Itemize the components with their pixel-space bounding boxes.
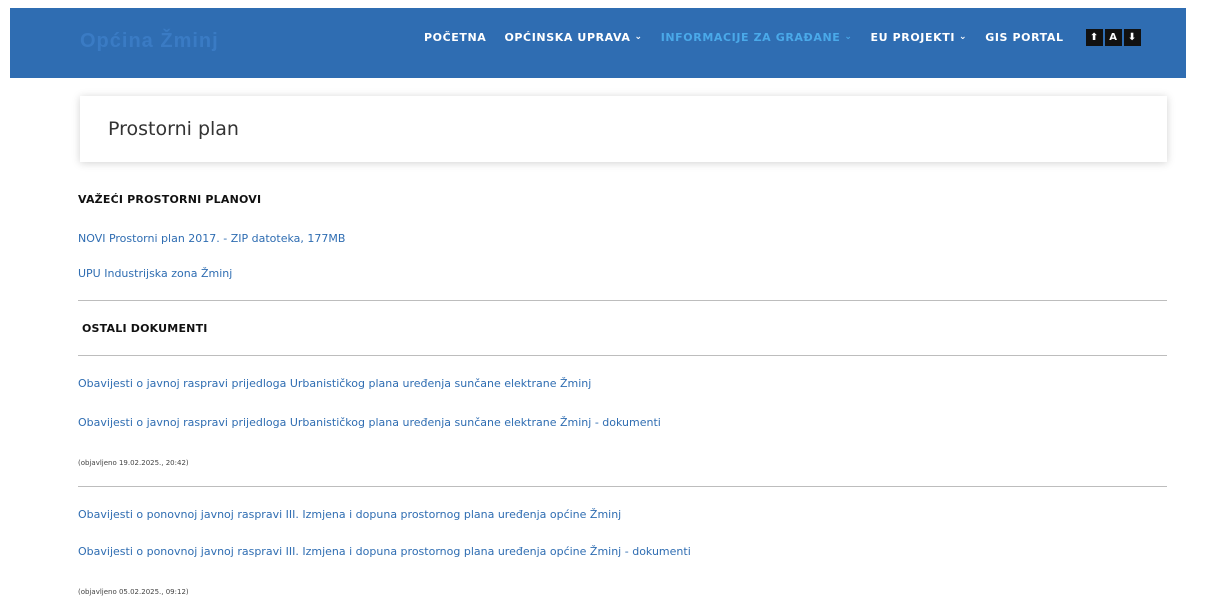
nav-item-label: GIS PORTAL <box>985 30 1064 44</box>
site-logo[interactable]: Općina Žminj <box>80 30 219 53</box>
published-timestamp: (objavljeno 05.02.2025., 09:12) <box>78 588 189 596</box>
document-link[interactable]: NOVI Prostorni plan 2017. - ZIP datoteka… <box>78 232 345 245</box>
decrease-font-icon[interactable]: ⬇ <box>1123 28 1141 46</box>
increase-font-icon[interactable]: ⬆ <box>1085 28 1103 46</box>
nav-item-pocetna[interactable]: POČETNA <box>424 31 486 44</box>
divider <box>78 300 1167 301</box>
document-link[interactable]: Obavijesti o javnoj raspravi prijedloga … <box>78 416 661 429</box>
section-heading-other-documents: OSTALI DOKUMENTI <box>82 322 208 335</box>
page-title-card: Prostorni plan <box>80 96 1167 162</box>
nav-item-eu-projekti[interactable]: EU PROJEKTI ⌄ <box>871 31 968 44</box>
reset-font-icon[interactable]: A <box>1104 28 1122 46</box>
page-title: Prostorni plan <box>108 118 239 140</box>
accessibility-controls: ⬆ A ⬇ <box>1085 28 1143 46</box>
nav-item-informacije-za-gradane[interactable]: INFORMACIJE ZA GRAĐANE ⌄ <box>661 31 853 44</box>
document-link[interactable]: Obavijesti o ponovnoj javnoj raspravi II… <box>78 545 691 558</box>
nav-item-opcinska-uprava[interactable]: OPĆINSKA UPRAVA ⌄ <box>504 31 642 44</box>
published-timestamp: (objavljeno 19.02.2025., 20:42) <box>78 459 189 467</box>
nav-item-label: OPĆINSKA UPRAVA <box>504 30 631 44</box>
nav-item-label: POČETNA <box>424 30 487 44</box>
document-link[interactable]: UPU Industrijska zona Žminj <box>78 267 232 280</box>
document-link[interactable]: Obavijesti o javnoj raspravi prijedloga … <box>78 377 591 390</box>
site-header: Općina Žminj POČETNA OPĆINSKA UPRAVA ⌄ I… <box>10 8 1186 78</box>
section-heading-valid-plans: VAŽEĆI PROSTORNI PLANOVI <box>78 193 262 206</box>
chevron-down-icon: ⌄ <box>959 32 968 42</box>
divider <box>78 355 1167 356</box>
divider <box>78 486 1167 487</box>
nav-item-label: INFORMACIJE ZA GRAĐANE <box>660 30 841 44</box>
nav-item-label: EU PROJEKTI <box>870 30 956 44</box>
main-nav: POČETNA OPĆINSKA UPRAVA ⌄ INFORMACIJE ZA… <box>424 8 1143 66</box>
document-link[interactable]: Obavijesti o ponovnoj javnoj raspravi II… <box>78 508 621 521</box>
chevron-down-icon: ⌄ <box>844 32 853 42</box>
nav-item-gis-portal[interactable]: GIS PORTAL <box>985 31 1063 44</box>
chevron-down-icon: ⌄ <box>634 32 643 42</box>
